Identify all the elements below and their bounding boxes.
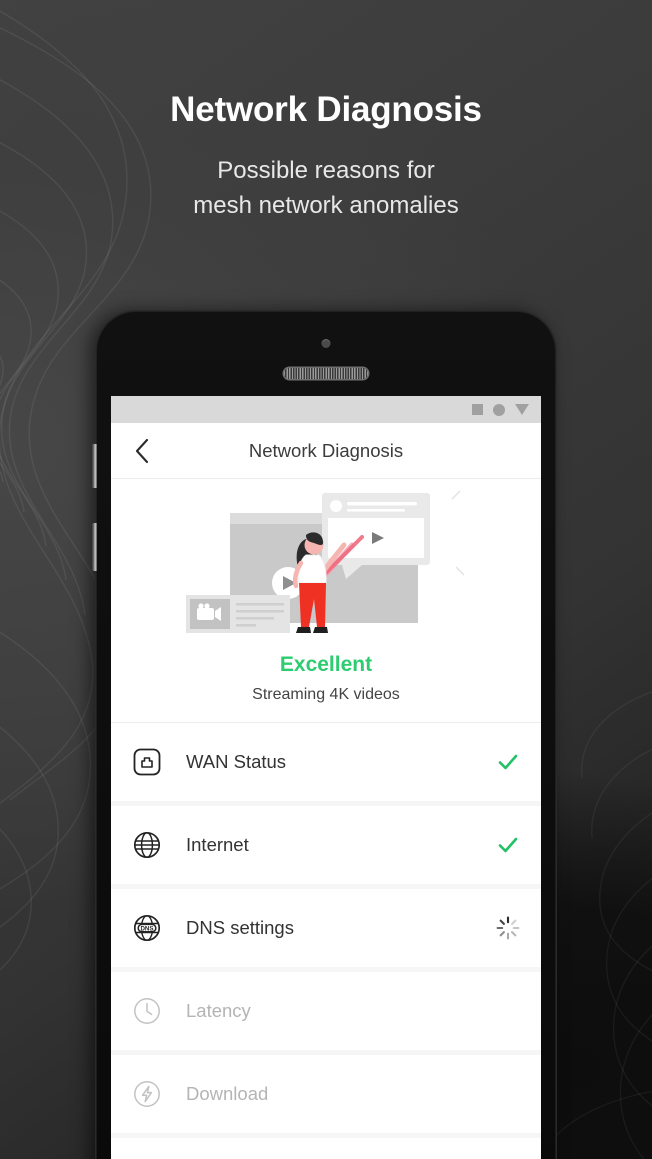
check-row-internet[interactable]: Internet bbox=[111, 806, 541, 889]
diagnosis-hero: Excellent Streaming 4K videos bbox=[111, 479, 541, 723]
diagnosis-status-label: Excellent bbox=[279, 653, 373, 676]
clock-icon bbox=[130, 994, 164, 1028]
hero-illustration bbox=[111, 487, 541, 647]
earpiece-speaker-icon bbox=[284, 368, 368, 379]
page-title: Network Diagnosis bbox=[248, 439, 404, 461]
check-status bbox=[493, 1079, 523, 1109]
back-button[interactable] bbox=[125, 434, 159, 468]
promo-stage: Network Diagnosis Possible reasons for m… bbox=[0, 0, 652, 1159]
check-status bbox=[493, 996, 523, 1026]
svg-text:DNS: DNS bbox=[140, 925, 153, 932]
app-navbar: Network Diagnosis bbox=[111, 423, 541, 479]
check-status bbox=[493, 747, 523, 777]
circle-icon bbox=[493, 403, 505, 416]
check-label: Download bbox=[186, 1083, 269, 1104]
check-row-latency[interactable]: Latency bbox=[111, 972, 541, 1055]
promo-subtitle-line-1: Possible reasons for bbox=[217, 157, 435, 184]
phone-mockup: Network Diagnosis Excellent Streaming 4K… bbox=[91, 311, 556, 1159]
check-label: Latency bbox=[186, 1000, 251, 1021]
front-camera-icon bbox=[321, 339, 331, 348]
lightning-bolt-icon bbox=[130, 1077, 164, 1111]
check-status bbox=[493, 913, 523, 943]
ethernet-port-icon bbox=[130, 745, 164, 779]
check-row-wan-status[interactable]: WAN Status bbox=[111, 723, 541, 806]
square-icon bbox=[472, 404, 483, 415]
check-label: DNS settings bbox=[186, 917, 294, 938]
phone-screen: Network Diagnosis Excellent Streaming 4K… bbox=[111, 396, 541, 1159]
volume-up-button[interactable] bbox=[91, 444, 97, 488]
check-status bbox=[493, 830, 523, 860]
check-icon bbox=[498, 837, 518, 853]
dns-globe-icon: DNS bbox=[130, 911, 164, 945]
promo-headline: Network Diagnosis bbox=[170, 90, 482, 129]
check-row-dns-settings[interactable]: DNS DNS settings bbox=[111, 889, 541, 972]
status-bar bbox=[111, 396, 541, 423]
promo-subtitle-line-2: mesh network anomalies bbox=[193, 192, 459, 219]
spinner-icon bbox=[496, 916, 520, 940]
woman-watching-video-illustration bbox=[186, 490, 465, 633]
diagnosis-check-list: WAN Status Internet DNS DNS settings Lat… bbox=[111, 723, 541, 1138]
check-label: Internet bbox=[186, 834, 249, 855]
check-label: WAN Status bbox=[186, 751, 287, 772]
globe-icon bbox=[130, 828, 164, 862]
chevron-left-icon bbox=[135, 438, 149, 463]
check-row-download[interactable]: Download bbox=[111, 1055, 541, 1138]
promo-subtitle: Possible reasons for mesh network anomal… bbox=[0, 153, 652, 223]
volume-down-button[interactable] bbox=[91, 523, 97, 571]
triangle-down-icon bbox=[515, 404, 529, 415]
diagnosis-status-description: Streaming 4K videos bbox=[252, 686, 400, 703]
check-icon bbox=[498, 754, 518, 770]
